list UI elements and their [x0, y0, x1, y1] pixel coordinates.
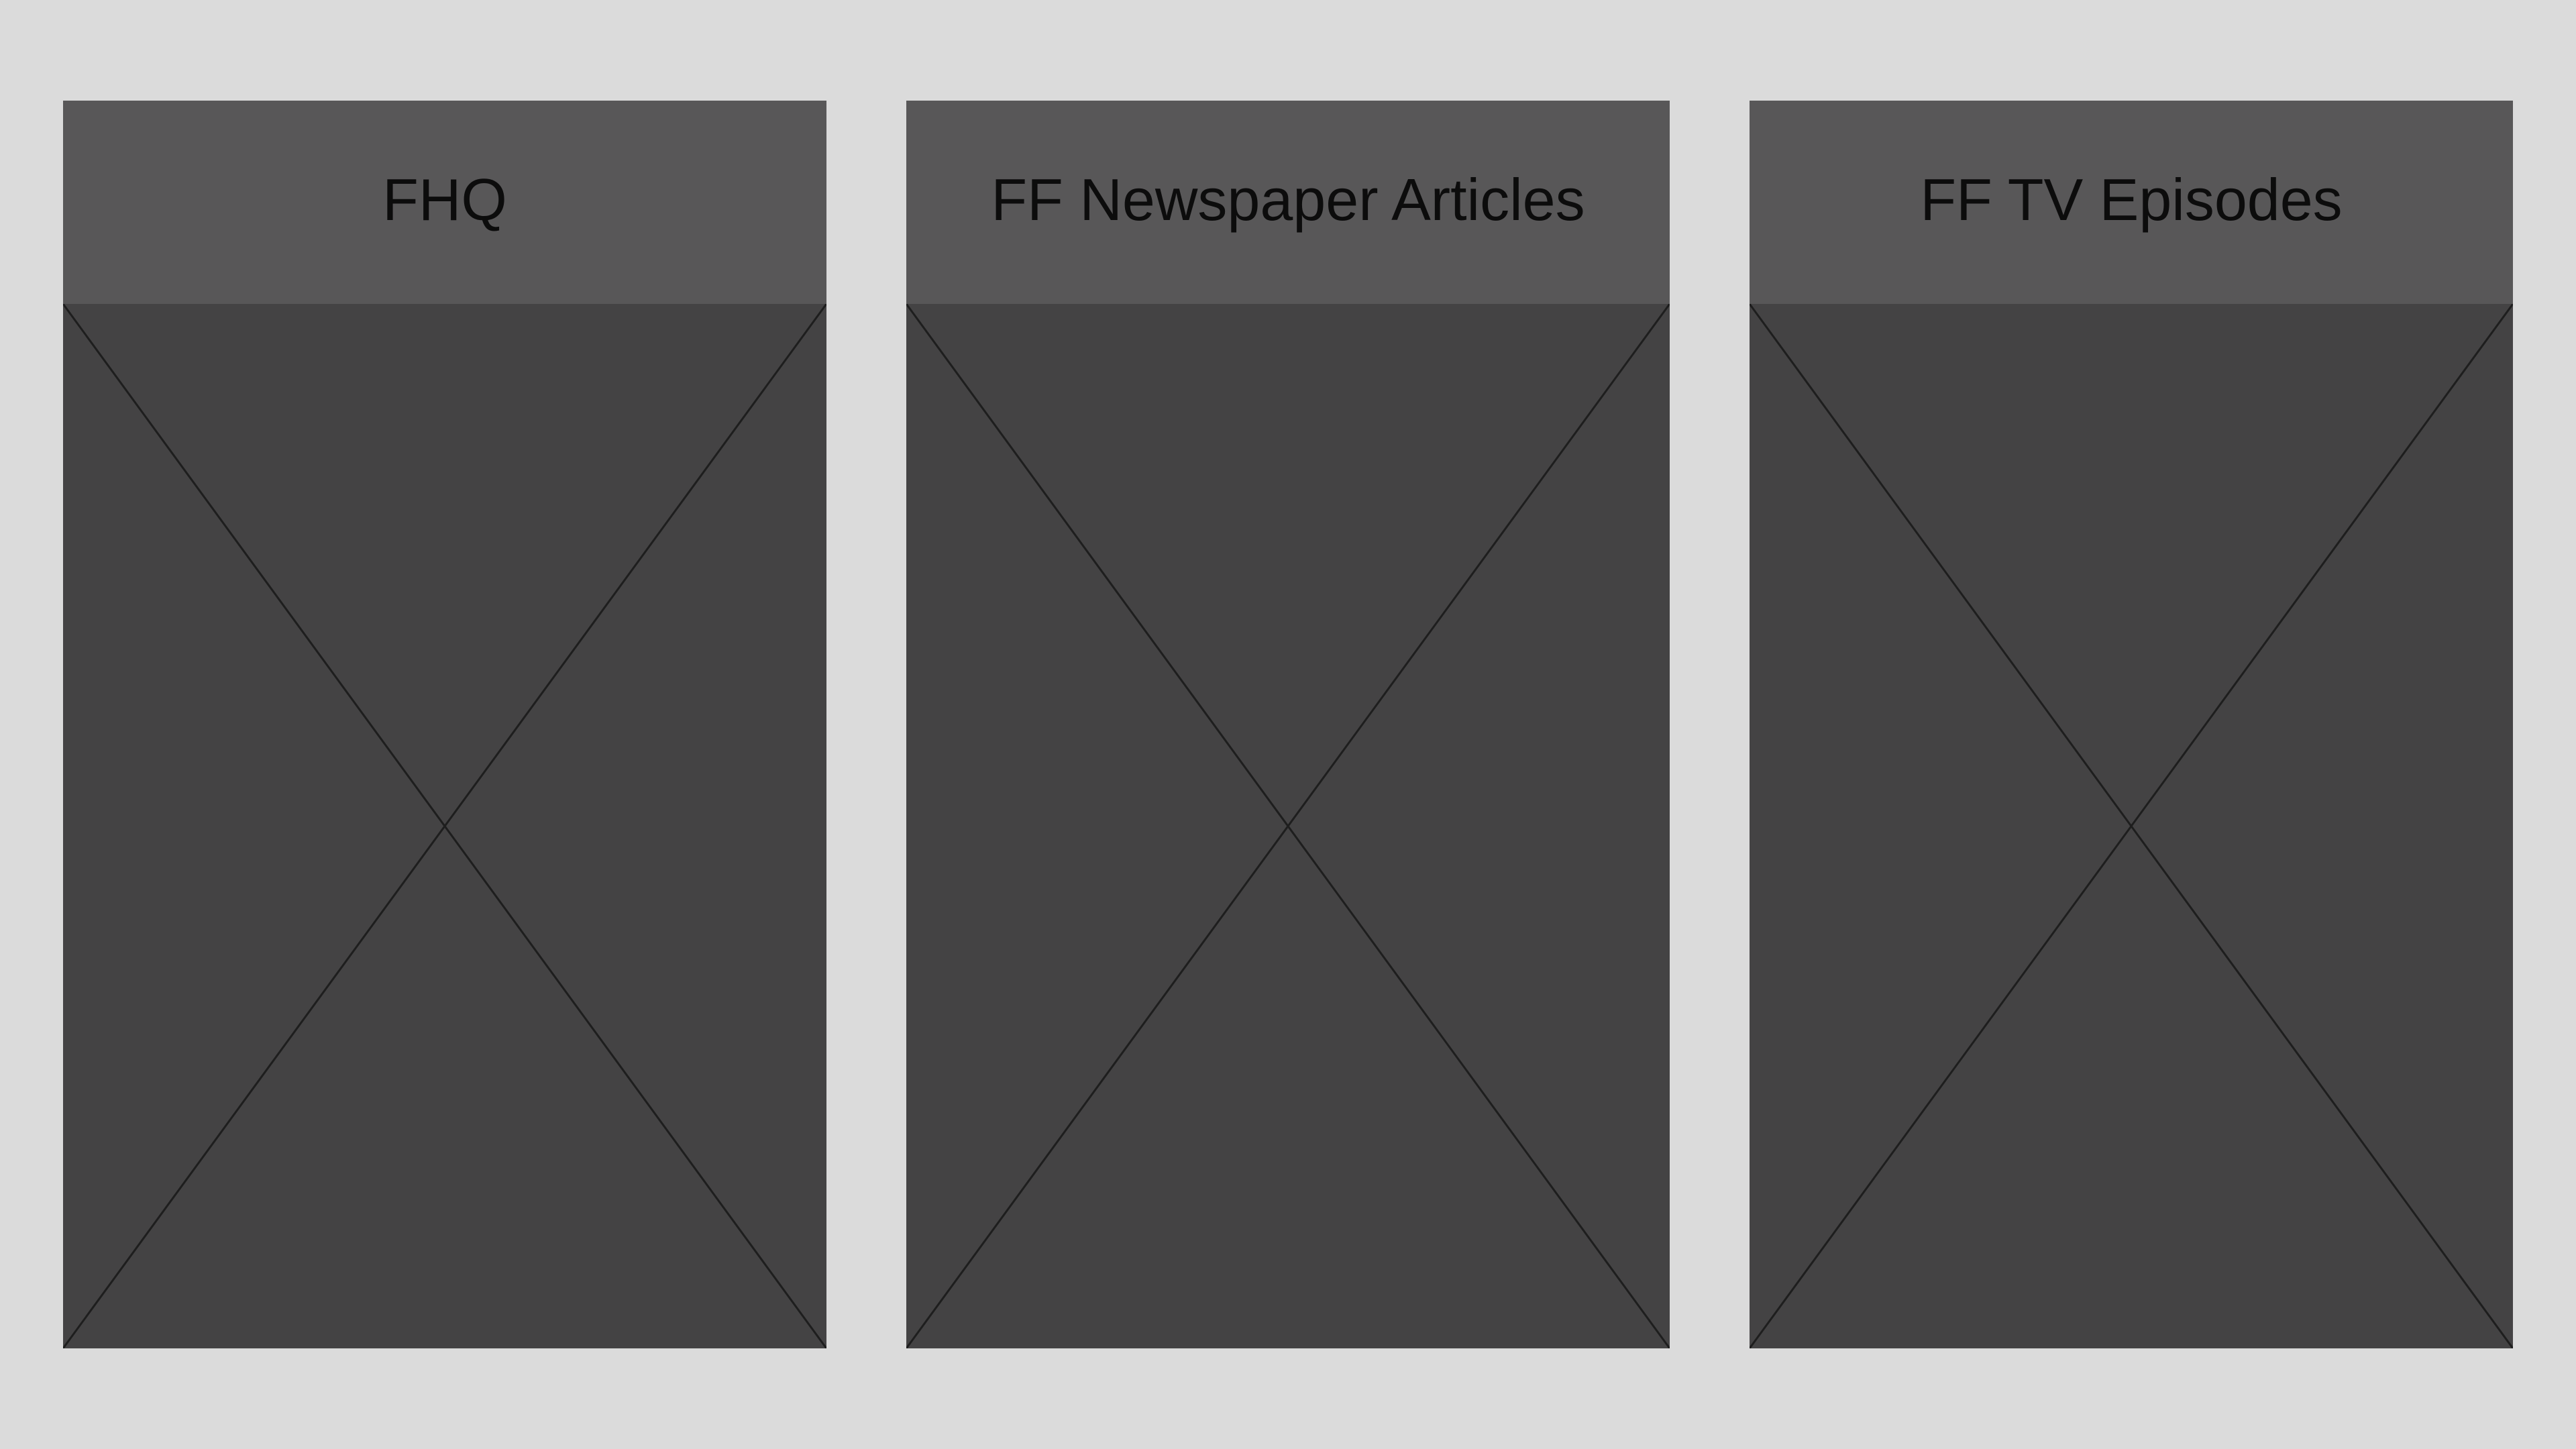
- card-fhq[interactable]: FHQ: [63, 101, 826, 1348]
- image-placeholder-icon[interactable]: [1750, 304, 2513, 1348]
- card-ff-tv-episodes[interactable]: FF TV Episodes: [1750, 101, 2513, 1348]
- card-ff-newspaper-articles[interactable]: FF Newspaper Articles: [906, 101, 1670, 1348]
- card-header: FF TV Episodes: [1750, 101, 2513, 304]
- card-title: FHQ: [382, 166, 507, 233]
- card-title: FF TV Episodes: [1920, 166, 2343, 233]
- card-header: FF Newspaper Articles: [906, 101, 1670, 304]
- card-title: FF Newspaper Articles: [991, 166, 1585, 233]
- image-placeholder-icon[interactable]: [63, 304, 826, 1348]
- card-header: FHQ: [63, 101, 826, 304]
- image-placeholder-icon[interactable]: [906, 304, 1670, 1348]
